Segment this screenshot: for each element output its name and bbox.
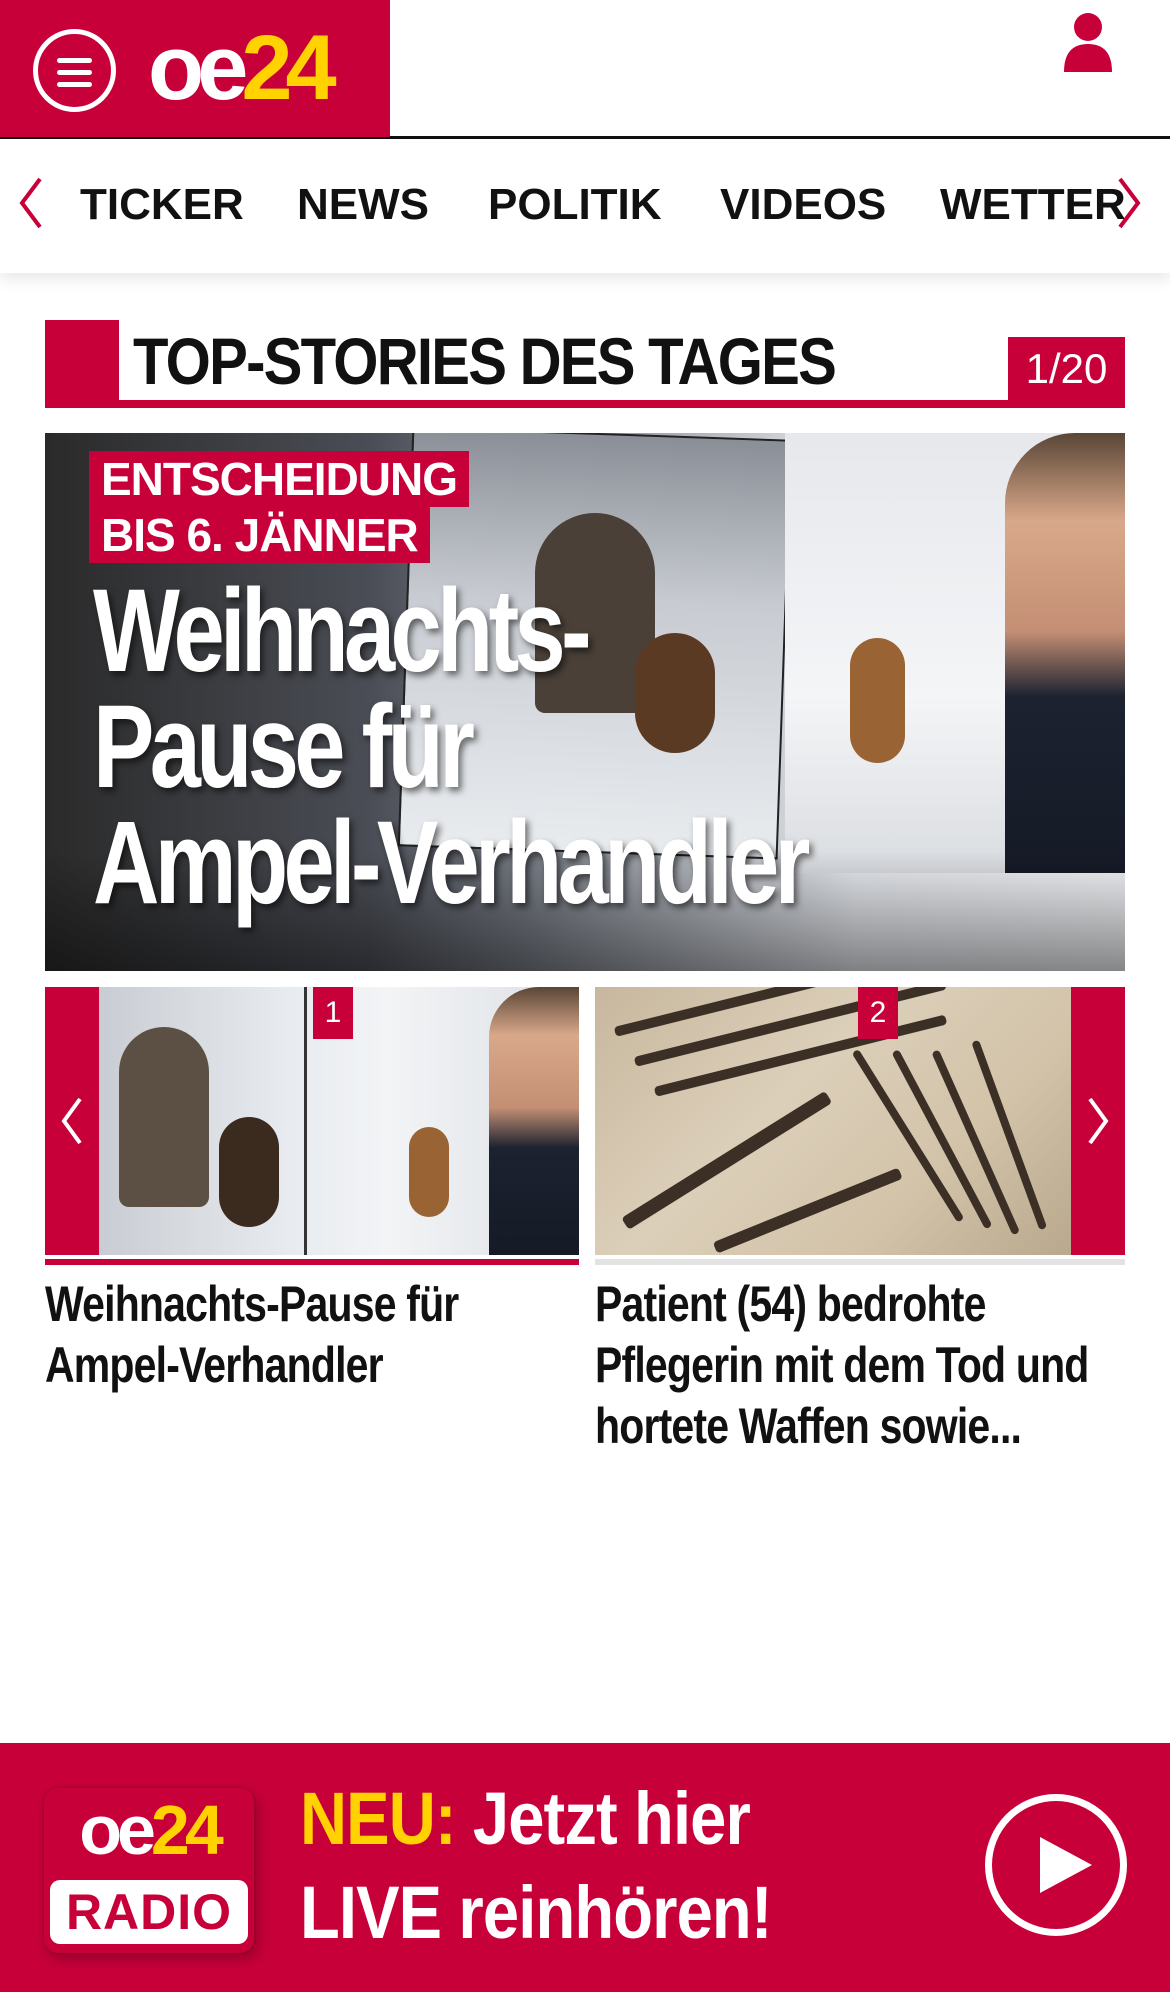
nav-item-wetter[interactable]: WETTER xyxy=(940,177,1126,233)
card-dog-brown xyxy=(409,1127,449,1217)
radio-logo-label: RADIO xyxy=(50,1880,248,1944)
hero-headline: Weihnachts- Pause für Ampel-Verhandler xyxy=(93,565,810,929)
main-navigation: TICKER NEWS POLITIK VIDEOS WETTER xyxy=(0,139,1170,273)
hero-tag-line2: BIS 6. JÄNNER xyxy=(89,507,430,563)
card-dog xyxy=(219,1117,279,1227)
weapon-shape xyxy=(712,1167,903,1254)
top-stories-heading: TOP-STORIES DES TAGES 1/20 xyxy=(45,320,1125,408)
hero-story[interactable]: ENTSCHEIDUNG BIS 6. JÄNNER Weihnachts- P… xyxy=(45,433,1125,971)
story-rank-badge: 1 xyxy=(313,987,353,1039)
nav-item-ticker[interactable]: TICKER xyxy=(80,177,244,233)
site-logo[interactable]: oe24 xyxy=(148,18,337,118)
radio-logo-wordmark: oe24 xyxy=(79,1791,224,1869)
nav-item-politik[interactable]: POLITIK xyxy=(488,177,662,233)
story-card-title-line: Pflegerin mit dem Tod und xyxy=(595,1337,1089,1393)
story-carousel: 1 2 xyxy=(45,987,1125,1265)
active-card-indicator xyxy=(45,1259,579,1265)
hero-headline-line: Ampel-Verhandler xyxy=(93,797,810,929)
weapon-shape xyxy=(653,1014,948,1097)
hamburger-menu-icon[interactable] xyxy=(33,29,116,112)
story-card-title[interactable]: Patient (54) bedrohte Pflegerin mit dem … xyxy=(595,1274,1128,1457)
card-person xyxy=(119,1027,209,1207)
story-card-title-line: Ampel-Verhandler xyxy=(45,1337,384,1393)
nav-left-chevron-icon[interactable] xyxy=(16,175,46,231)
section-title: TOP-STORIES DES TAGES xyxy=(133,324,837,398)
card-selfie-person xyxy=(489,987,579,1255)
nav-item-videos[interactable]: VIDEOS xyxy=(720,177,886,233)
radio-promo-text: Jetzt hier xyxy=(455,1777,751,1860)
story-rank-badge: 2 xyxy=(858,987,898,1039)
story-card-title[interactable]: Weihnachts-Pause für Ampel-Verhandler xyxy=(45,1274,570,1396)
story-card-image[interactable] xyxy=(595,987,1071,1255)
hero-dog-brown xyxy=(850,638,905,763)
radio-new-label: NEU: xyxy=(300,1777,457,1860)
play-button[interactable] xyxy=(985,1794,1127,1936)
story-card-title-line: Weihnachts-Pause für xyxy=(45,1276,459,1332)
chevron-right-icon xyxy=(1088,1097,1109,1145)
inactive-card-indicator xyxy=(595,1259,1125,1265)
hero-headline-line: Weihnachts- xyxy=(93,565,592,697)
hero-selfie-person xyxy=(1005,433,1125,873)
card-photo-divider xyxy=(304,987,307,1255)
radio-logo: oe24 RADIO xyxy=(44,1788,254,1953)
nav-item-news[interactable]: NEWS xyxy=(297,177,429,233)
radio-promo-line2: LIVE reinhören! xyxy=(300,1871,773,1954)
carousel-prev-button[interactable] xyxy=(45,987,99,1255)
chevron-left-icon xyxy=(61,1097,82,1145)
hero-tag-line1: ENTSCHEIDUNG xyxy=(89,451,470,507)
play-icon xyxy=(1040,1837,1092,1893)
radio-banner[interactable]: oe24 RADIO NEU: Jetzt hier LIVE reinhöre… xyxy=(0,1743,1170,1992)
radio-promo-line1: NEU: Jetzt hier xyxy=(300,1775,751,1863)
story-card-title-line: hortete Waffen sowie... xyxy=(595,1398,1022,1454)
story-counter: 1/20 xyxy=(1008,337,1125,400)
site-header: oe24 xyxy=(0,0,1170,139)
nav-right-chevron-icon[interactable] xyxy=(1114,175,1144,231)
user-icon[interactable] xyxy=(1062,12,1114,72)
weapon-shape xyxy=(971,1039,1048,1231)
section-marker xyxy=(45,320,119,408)
logo-block: oe24 xyxy=(0,0,390,137)
carousel-next-button[interactable] xyxy=(1071,987,1125,1255)
hero-headline-line: Pause für xyxy=(93,681,475,813)
story-card-title-line: Patient (54) bedrohte xyxy=(595,1276,986,1332)
